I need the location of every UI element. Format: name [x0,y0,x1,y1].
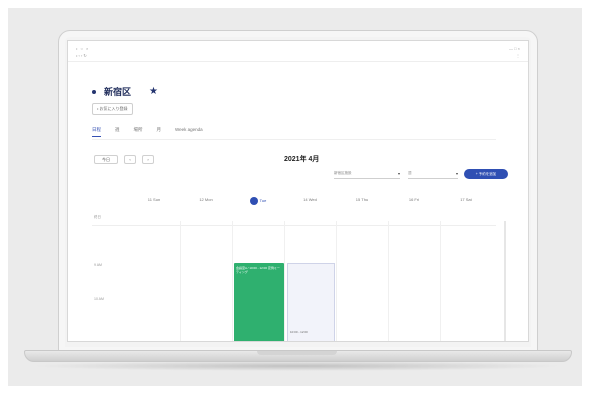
grid-column-line [440,221,441,341]
time-label-allday: 終日 [94,215,101,219]
current-period: 2021年 4月 [284,156,320,163]
event-title: 会議室A / 10:00 - 12:00 定例ミーティング [236,266,280,274]
chevron-down-icon: ▾ [397,171,400,176]
today-button[interactable]: 今日 [94,155,118,164]
day-header-sat[interactable]: 17 Sat [440,197,492,202]
day-header-tue[interactable]: Tue [232,197,284,205]
chevron-down-icon: ▾ [455,171,458,176]
window-controls[interactable]: — □ × [509,46,520,51]
browser-nav-controls[interactable]: • ‹ › ↻ [76,53,87,58]
laptop-shadow [30,361,564,371]
tab-week[interactable]: 週 [115,127,120,137]
grid-column-line [388,221,389,341]
grid-column-line [180,221,181,341]
grid-column-line [284,221,285,341]
tab-week-agenda[interactable]: Week agenda [175,127,203,137]
tab-month[interactable]: 月 [157,127,162,137]
time-label-10am: 10 AM [94,297,104,301]
page-title: 新宿区 [104,87,132,97]
favorite-button[interactable]: • お気に入り登録 [92,103,133,115]
location-icon [92,89,96,94]
view-select[interactable]: 週 ▾ [408,169,458,179]
event-time: 10:00 - 12:00 [290,330,308,334]
browser-tab[interactable]: • ○ × [76,46,89,51]
grid-column-line [336,221,337,341]
day-header-wed[interactable]: 14 Wed [284,197,336,202]
grid-line [92,225,496,226]
today-indicator [249,197,258,205]
view-tabs: 日程 週 場所 月 Week agenda [92,127,492,137]
calendar-event[interactable]: 10:00 - 12:00 [287,263,335,341]
day-header-thu[interactable]: 15 Thu [336,197,388,202]
prev-week-button[interactable]: ‹ [124,155,136,164]
facility-select[interactable]: 新宿区施設 ▾ [334,169,400,179]
tab-place[interactable]: 場所 [134,127,143,137]
scrollbar[interactable] [504,221,506,341]
tab-schedule[interactable]: 日程 [92,127,101,137]
facility-select-value: 新宿区施設 [334,171,352,175]
day-header-tue-label: Tue [259,198,267,204]
next-week-button[interactable]: › [142,155,154,164]
day-header-sun[interactable]: 11 Sun [128,197,180,202]
time-label-9am: 9 AM [94,263,102,267]
laptop-base [24,350,572,362]
tabs-divider [92,139,496,140]
browser-menu-icon[interactable]: ⋮ [516,53,520,58]
star-icon[interactable]: ★ [149,86,158,97]
laptop-notch [257,351,337,355]
day-header-mon[interactable]: 12 Mon [180,197,232,202]
calendar-event[interactable]: 会議室A / 10:00 - 12:00 定例ミーティング [234,263,284,341]
view-select-value: 週 [408,171,412,175]
new-reservation-button[interactable]: + 予約を追加 [464,169,508,179]
laptop-screen: • ○ × — □ × • ‹ › ↻ ⋮ 新宿区 ★ • お気に入り登録 日程… [67,40,529,342]
page-header: 新宿区 ★ [92,85,158,98]
browser-chrome: • ○ × — □ × • ‹ › ↻ ⋮ [68,41,528,62]
grid-column-line [232,221,233,341]
day-header-fri[interactable]: 16 Fri [388,197,440,202]
